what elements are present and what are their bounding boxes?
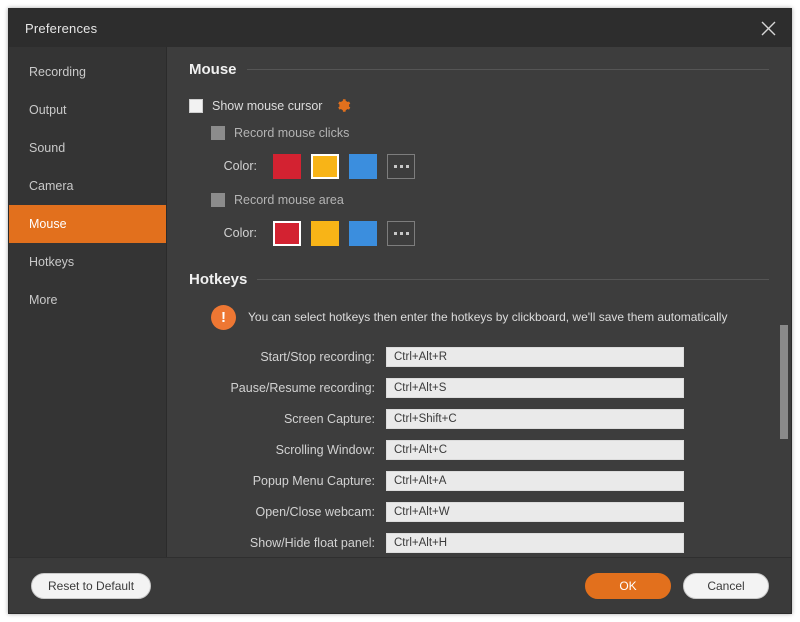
exclamation-icon: ! (211, 305, 236, 330)
hotkey-label: Scrolling Window: (189, 443, 386, 457)
hotkey-row-pause-resume-recording: Pause/Resume recording: Ctrl+Alt+S (189, 375, 769, 401)
color-swatch-blue[interactable] (349, 221, 377, 246)
close-icon (760, 20, 777, 37)
record-mouse-clicks-checkbox[interactable] (211, 126, 225, 140)
sidebar-item-label: Recording (29, 65, 86, 79)
scrollbar-thumb[interactable] (780, 325, 788, 439)
section-divider (257, 279, 769, 280)
show-mouse-cursor-label: Show mouse cursor (212, 99, 322, 113)
sidebar-item-recording[interactable]: Recording (9, 53, 166, 91)
record-mouse-clicks-label: Record mouse clicks (234, 126, 349, 140)
color-swatch-red[interactable] (273, 221, 301, 246)
hotkey-input-pause-resume-recording[interactable]: Ctrl+Alt+S (386, 378, 684, 398)
title-bar: Preferences (9, 9, 791, 47)
record-mouse-clicks-row: Record mouse clicks (189, 119, 769, 146)
hotkey-input-show-hide-float-panel[interactable]: Ctrl+Alt+H (386, 533, 684, 553)
sidebar-item-label: Camera (29, 179, 73, 193)
sidebar-item-sound[interactable]: Sound (9, 129, 166, 167)
footer-button-group: OK Cancel (585, 573, 769, 599)
sidebar-item-more[interactable]: More (9, 281, 166, 319)
mouse-clicks-color-row: Color: (189, 146, 769, 186)
hotkey-label: Screen Capture: (189, 412, 386, 426)
hotkey-row-show-hide-float-panel: Show/Hide float panel: Ctrl+Alt+H (189, 530, 769, 556)
sidebar-item-camera[interactable]: Camera (9, 167, 166, 205)
hotkey-label: Show/Hide float panel: (189, 536, 386, 550)
ok-button[interactable]: OK (585, 573, 671, 599)
hotkey-input-start-stop-recording[interactable]: Ctrl+Alt+R (386, 347, 684, 367)
hotkeys-section-header: Hotkeys (189, 271, 769, 288)
color-swatch-red[interactable] (273, 154, 301, 179)
sidebar-item-label: Mouse (29, 217, 67, 231)
reset-to-default-button[interactable]: Reset to Default (31, 573, 151, 599)
sidebar-item-hotkeys[interactable]: Hotkeys (9, 243, 166, 281)
color-label: Color: (211, 159, 257, 173)
record-mouse-area-row: Record mouse area (189, 186, 769, 213)
sidebar-item-output[interactable]: Output (9, 91, 166, 129)
close-button[interactable] (745, 9, 791, 47)
sidebar-nav: Recording Output Sound Camera Mouse Hotk… (9, 47, 167, 557)
section-title-mouse: Mouse (189, 61, 237, 78)
color-swatch-blue[interactable] (349, 154, 377, 179)
hotkey-input-screen-capture[interactable]: Ctrl+Shift+C (386, 409, 684, 429)
section-divider (247, 69, 769, 70)
gear-icon[interactable] (336, 98, 351, 113)
hotkey-row-start-stop-recording: Start/Stop recording: Ctrl+Alt+R (189, 344, 769, 370)
sidebar-item-label: Output (29, 103, 67, 117)
hotkey-row-open-close-webcam: Open/Close webcam: Ctrl+Alt+W (189, 499, 769, 525)
hotkey-label: Start/Stop recording: (189, 350, 386, 364)
record-mouse-area-label: Record mouse area (234, 193, 344, 207)
hotkey-label: Popup Menu Capture: (189, 474, 386, 488)
record-mouse-area-checkbox[interactable] (211, 193, 225, 207)
sidebar-item-label: Sound (29, 141, 65, 155)
sidebar-item-mouse[interactable]: Mouse (9, 205, 166, 243)
color-label: Color: (211, 226, 257, 240)
window-title: Preferences (25, 21, 97, 36)
settings-panel: Mouse Show mouse cursor Record (167, 47, 791, 557)
hotkeys-section: Hotkeys ! You can select hotkeys then en… (189, 271, 769, 557)
show-mouse-cursor-row: Show mouse cursor (189, 92, 769, 119)
sidebar-item-label: Hotkeys (29, 255, 74, 269)
hotkey-row-screen-capture: Screen Capture: Ctrl+Shift+C (189, 406, 769, 432)
dialog-footer: Reset to Default OK Cancel (9, 557, 791, 613)
settings-scroll-content: Mouse Show mouse cursor Record (167, 47, 791, 557)
sidebar-item-label: More (29, 293, 57, 307)
hotkey-row-scrolling-window: Scrolling Window: Ctrl+Alt+C (189, 437, 769, 463)
section-title-hotkeys: Hotkeys (189, 271, 247, 288)
color-swatch-yellow[interactable] (311, 221, 339, 246)
settings-scrollbar[interactable] (780, 49, 788, 555)
mouse-area-color-row: Color: (189, 213, 769, 253)
hotkey-row-popup-menu-capture: Popup Menu Capture: Ctrl+Alt+A (189, 468, 769, 494)
hotkey-input-scrolling-window[interactable]: Ctrl+Alt+C (386, 440, 684, 460)
hotkey-label: Open/Close webcam: (189, 505, 386, 519)
hotkey-input-open-close-webcam[interactable]: Ctrl+Alt+W (386, 502, 684, 522)
cancel-button[interactable]: Cancel (683, 573, 769, 599)
color-swatch-yellow[interactable] (311, 154, 339, 179)
window-body: Recording Output Sound Camera Mouse Hotk… (9, 47, 791, 557)
ellipsis-icon[interactable] (387, 221, 415, 246)
hotkey-label: Pause/Resume recording: (189, 381, 386, 395)
hotkey-input-popup-menu-capture[interactable]: Ctrl+Alt+A (386, 471, 684, 491)
ellipsis-icon[interactable] (387, 154, 415, 179)
hotkeys-notice-text: You can select hotkeys then enter the ho… (248, 310, 727, 324)
show-mouse-cursor-checkbox[interactable] (189, 99, 203, 113)
mouse-section-header: Mouse (189, 61, 769, 78)
hotkeys-notice: ! You can select hotkeys then enter the … (189, 302, 769, 332)
preferences-window: Preferences Recording Output Sound Camer… (8, 8, 792, 614)
